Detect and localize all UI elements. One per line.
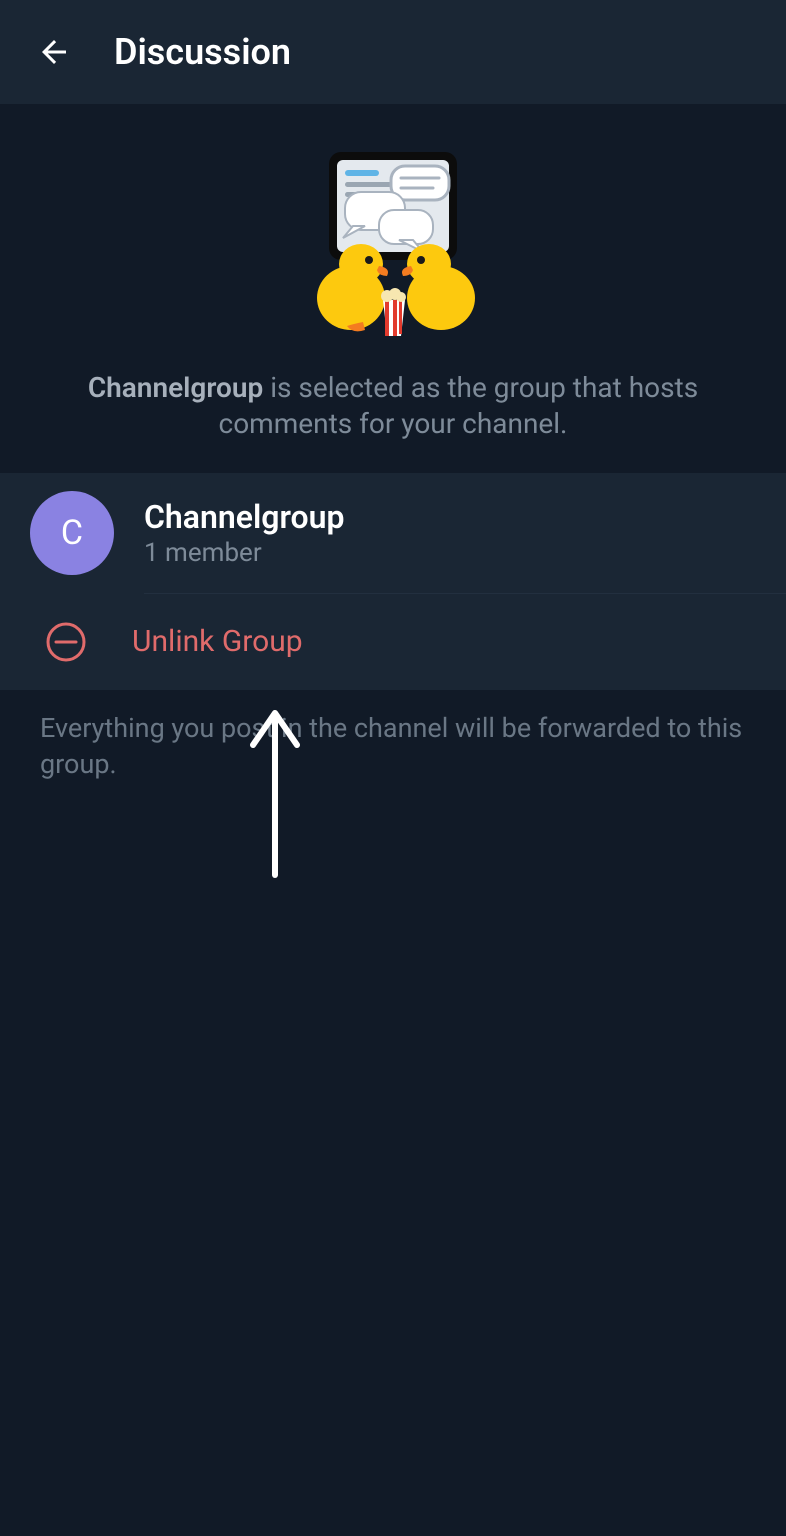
- group-info: Channelgroup 1 member: [144, 498, 345, 568]
- group-members-label: 1 member: [144, 538, 345, 568]
- back-button[interactable]: [34, 32, 74, 72]
- intro-group-name: Channelgroup: [88, 371, 263, 404]
- minus-circle-icon: [44, 620, 88, 664]
- arrow-left-icon: [36, 34, 72, 70]
- linked-group-row[interactable]: C Channelgroup 1 member: [0, 473, 786, 593]
- footer-note: Everything you post in the channel will …: [0, 690, 786, 803]
- intro-section: Channelgroup is selected as the group th…: [0, 104, 786, 473]
- intro-suffix: is selected as the group that hosts comm…: [219, 371, 699, 440]
- app-header: Discussion: [0, 0, 786, 104]
- discussion-illustration: [293, 144, 493, 344]
- page-title: Discussion: [114, 31, 291, 73]
- group-avatar: C: [30, 491, 114, 575]
- unlink-group-button[interactable]: Unlink Group: [0, 594, 786, 690]
- intro-text: Channelgroup is selected as the group th…: [83, 370, 703, 443]
- settings-card: C Channelgroup 1 member Unlink Group: [0, 473, 786, 690]
- unlink-label: Unlink Group: [132, 624, 303, 659]
- group-name-label: Channelgroup: [144, 498, 345, 536]
